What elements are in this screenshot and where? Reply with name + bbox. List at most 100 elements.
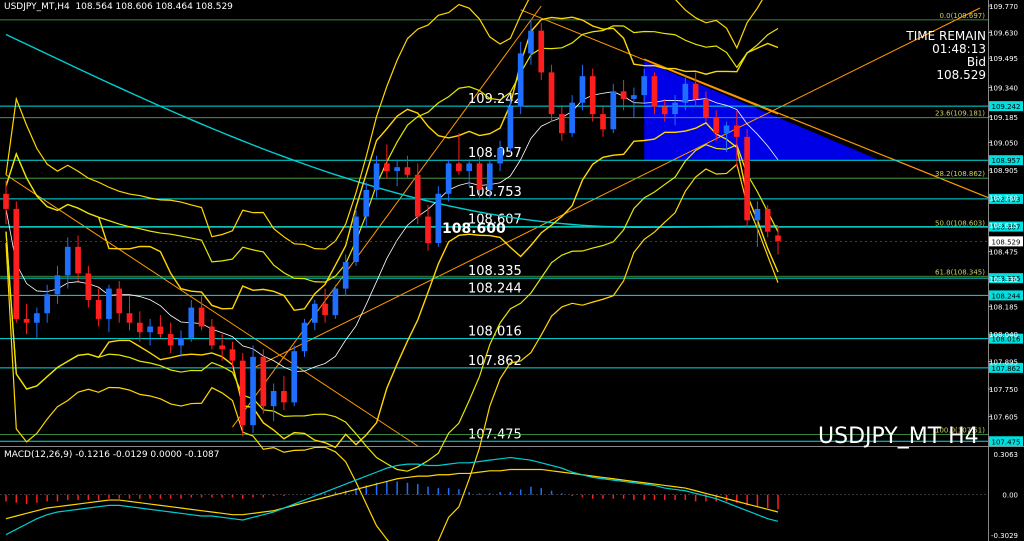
candle-body [528,30,534,54]
candle-body [178,337,184,346]
y-tick-label: 107.895 [989,359,1018,367]
candle-body [672,102,678,115]
candle-body [476,163,483,190]
candle-body [301,322,308,352]
fib-label: 61.8(108.345) [935,268,985,276]
level-label: 108.753 [468,185,522,200]
level-tag: 109.242 [992,103,1021,111]
candle-body [3,193,9,209]
y-tick-label: 108.330 [989,276,1018,284]
candle-body [219,345,225,350]
y-tick-label: 107.605 [989,414,1018,422]
candle-body [44,294,51,314]
candle-body [373,163,380,190]
level-label: 108.957 [468,146,522,161]
candle-body [95,299,102,319]
chart-header: USDJPY_MT,H4 108.564 108.606 108.464 108… [4,2,233,12]
candle-body [507,106,514,149]
candle-body [517,53,524,107]
y-tick-label: 109.185 [989,114,1018,122]
candle-body [363,189,370,217]
level-label: 108.335 [468,264,522,279]
level-label: 108.244 [468,281,522,296]
y-tick-label: 107.750 [989,386,1018,394]
candle-body [54,275,61,295]
symbol-label: USDJPY_MT H4 [818,424,979,449]
y-tick-label: 108.760 [989,195,1018,203]
macd-header: MACD(12,26,9) -0.1216 -0.0129 0.0000 -0.… [4,450,220,460]
candle-body [425,216,431,244]
candle-body [260,356,267,407]
macd-tick-label: -0.3029 [991,532,1018,540]
candle-body [713,117,720,134]
y-tick-label: 109.050 [989,140,1018,148]
candle-body [13,208,20,319]
candle-body [692,83,699,99]
candle-body [34,313,40,323]
candle-body [733,125,740,137]
candle-body [651,76,658,107]
candle-body [291,351,298,403]
candle-body [239,360,246,426]
candle-body [270,391,277,407]
current-price-label: 108.529 [992,238,1021,246]
candle-body [75,246,81,274]
candle-body [404,167,411,175]
fib-label: 23.6(109.181) [935,110,985,118]
y-tick-label: 108.475 [989,249,1018,257]
level-tag: 107.475 [992,438,1021,446]
candle-body [579,76,586,103]
candle-body [559,114,565,134]
fib-label: 50.0(108.603) [935,219,985,227]
candle-body [764,208,771,232]
candle-body [64,246,71,276]
candle-body [641,76,648,96]
candle-body [703,98,709,118]
candle-body [188,307,195,338]
y-tick-label: 109.340 [989,85,1018,93]
candle-body [23,318,30,323]
candle-body [167,334,174,346]
macd-tick-label: 0.00 [1002,492,1018,500]
candle-body [250,356,256,426]
candle-body [661,106,668,115]
candle-body [775,235,781,242]
y-tick-label: 109.630 [989,30,1018,38]
candle-body [209,326,215,346]
macd-tick-label: 0.3063 [994,451,1019,459]
fib-label: 0.0(109.697) [939,12,985,20]
candle-body [538,30,545,73]
candle-body [486,163,493,190]
bid-value: 108.529 [936,68,986,82]
y-tick-label: 108.185 [989,304,1018,312]
candle-body [116,288,123,314]
candle-body [136,322,143,333]
candle-body [548,72,555,115]
candle-body [322,303,328,316]
candle-body [569,102,575,134]
candle-body [435,193,442,244]
fib-label: 38.2(108.862) [935,170,985,178]
candle-body [106,288,112,319]
candle-body [147,326,153,333]
candle-body [126,313,133,323]
candle-body [198,307,205,327]
level-tag: 108.244 [992,292,1021,300]
candle-body [610,91,617,130]
candle-body [600,114,606,130]
candle-body [723,125,730,134]
candle-body [589,76,596,115]
candle-body [754,208,761,221]
y-tick-label: 108.615 [989,222,1018,230]
candle-body [384,163,390,171]
candle-body [85,273,92,300]
level-tag: 108.957 [992,157,1021,165]
price-label: 108.600 [442,221,506,237]
level-label: 107.862 [468,354,522,369]
candle-body [281,391,287,403]
candle-body [332,288,339,316]
y-tick-label: 109.770 [989,3,1018,11]
candle-body [631,95,637,99]
candle-body [157,326,164,335]
candle-body [456,163,462,171]
